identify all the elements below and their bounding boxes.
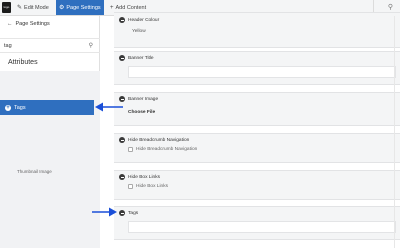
remove-icon[interactable] — [119, 55, 125, 61]
banner-title-card: Banner Title — [114, 51, 400, 85]
page-attributes-form: Header Colour Yellow Banner Title Banner… — [100, 12, 400, 248]
attribute-item-tags[interactable]: + Tags — [0, 100, 94, 115]
attribute-search-input[interactable] — [4, 42, 82, 50]
app-logo[interactable]: logo — [2, 2, 11, 13]
hide-box-links-title: Hide Box Links — [119, 174, 160, 180]
back-to-page-settings[interactable]: ← Page Settings — [7, 21, 50, 27]
tags-item-label: Tags — [14, 104, 26, 111]
pencil-icon: ✎ — [17, 4, 23, 11]
checkbox[interactable] — [128, 184, 133, 189]
search-icon[interactable]: ⚲ — [89, 42, 93, 49]
hide-breadcrumb-card: Hide Breadcrumb Navigation Hide Breadcru… — [114, 133, 400, 163]
page-settings-label: Page Settings — [66, 4, 101, 11]
choose-file-button[interactable]: Choose File — [128, 110, 155, 115]
plus-icon: + — [110, 4, 114, 11]
edit-mode-label: Edit Mode — [24, 4, 49, 11]
remove-icon[interactable] — [119, 17, 125, 23]
hide-box-links-card: Hide Box Links Hide Box Links — [114, 170, 400, 200]
hide-breadcrumb-title: Hide Breadcrumb Navigation — [119, 137, 189, 143]
search-icon[interactable]: ⚲ — [388, 3, 393, 11]
gear-icon: ⚙ — [59, 4, 65, 11]
attribute-search: ⚲ — [0, 38, 100, 53]
edit-mode-button[interactable]: ✎ Edit Mode — [14, 0, 52, 15]
page-settings-button[interactable]: ⚙ Page Settings — [56, 0, 104, 15]
plus-circle-icon: + — [5, 104, 11, 111]
remove-icon[interactable] — [119, 137, 125, 143]
tags-title: Tags — [119, 210, 138, 216]
annotation-arrow-left-icon — [95, 102, 123, 112]
header-colour-card: Header Colour Yellow — [114, 12, 400, 48]
add-content-label: Add Content — [115, 4, 147, 11]
attributes-heading: Attributes — [8, 59, 38, 66]
tags-card: Tags — [114, 206, 400, 240]
hide-breadcrumb-checkbox[interactable]: Hide Breadcrumb Navigation — [128, 147, 197, 152]
banner-image-card: Banner Image Choose File — [114, 92, 400, 126]
hide-box-links-checkbox[interactable]: Hide Box Links — [128, 184, 168, 189]
banner-title-title: Banner Title — [119, 55, 154, 61]
arrow-left-icon: ← — [7, 21, 13, 27]
attribute-item-thumbnail[interactable]: Thumbnail Image — [17, 169, 52, 174]
panel-divider — [394, 16, 395, 248]
banner-title-input[interactable] — [128, 66, 396, 78]
left-panel: ← Page Settings ⚲ Attributes + Tags Thum… — [0, 16, 100, 248]
checkbox[interactable] — [128, 147, 133, 152]
remove-icon[interactable] — [119, 210, 125, 216]
tags-input[interactable] — [128, 221, 396, 233]
annotation-arrow-right-icon — [92, 207, 117, 217]
back-label: Page Settings — [15, 21, 50, 27]
attributes-list — [0, 71, 100, 248]
header-colour-title: Header Colour — [119, 17, 159, 23]
header-colour-select[interactable]: Yellow — [128, 26, 396, 36]
remove-icon[interactable] — [119, 174, 125, 180]
